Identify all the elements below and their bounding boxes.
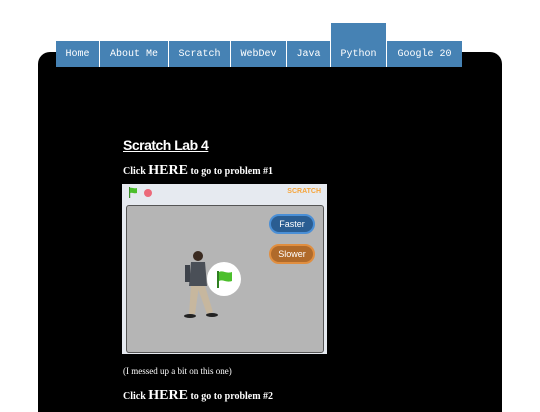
problem-1-prefix: Click: [123, 166, 149, 177]
nav-java[interactable]: Java: [287, 41, 331, 67]
scratch-player: SCRATCH Faster Slower: [122, 184, 327, 354]
top-nav: Home About Me Scratch WebDev Java Python…: [56, 23, 462, 67]
nav-webdev[interactable]: WebDev: [231, 41, 287, 67]
note-text: (I messed up a bit on this one): [123, 366, 232, 376]
nav-python[interactable]: Python: [331, 23, 387, 67]
scratch-logo: SCRATCH: [287, 188, 321, 195]
main-content: Scratch Lab 4 Click HERE to go to proble…: [123, 137, 273, 179]
player-controls: SCRATCH: [122, 184, 327, 202]
nav-about-me[interactable]: About Me: [100, 41, 169, 67]
nav-home[interactable]: Home: [56, 41, 100, 67]
nav-google-20[interactable]: Google 20: [387, 41, 462, 67]
problem-2-suffix: to go to problem #2: [187, 391, 274, 402]
problem-1-line: Click HERE to go to problem #1: [123, 163, 273, 179]
problem-2-line: Click HERE to go to problem #2: [123, 388, 273, 404]
problem-2-prefix: Click: [123, 391, 149, 402]
problem-2-link[interactable]: HERE: [148, 388, 188, 403]
problem-1-suffix: to go to problem #1: [187, 166, 274, 177]
green-flag-icon[interactable]: [128, 187, 138, 198]
nav-scratch[interactable]: Scratch: [169, 41, 231, 67]
faster-button[interactable]: Faster: [269, 214, 315, 234]
stop-icon[interactable]: [144, 189, 152, 197]
page-title: Scratch Lab 4: [123, 137, 209, 153]
slower-button[interactable]: Slower: [269, 244, 315, 264]
green-flag-icon[interactable]: [207, 262, 241, 296]
stage[interactable]: Faster Slower: [126, 205, 324, 353]
problem-1-link[interactable]: HERE: [148, 163, 188, 178]
